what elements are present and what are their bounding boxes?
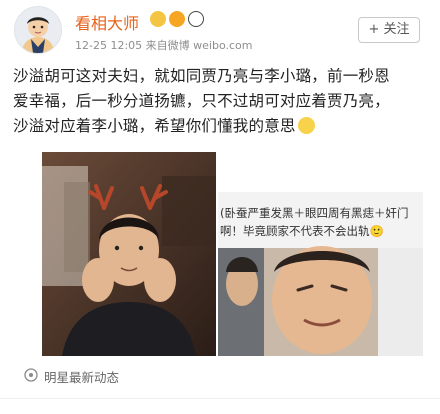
verified-badge-icon bbox=[150, 11, 166, 27]
thinking-emoji-icon bbox=[297, 117, 315, 134]
post-line-2: 爱幸福，后一秒分道扬镳，只不过胡可对应着贾乃亮， bbox=[13, 92, 390, 110]
topic-link[interactable]: 明星最新动态 bbox=[0, 358, 440, 394]
user-badges bbox=[150, 11, 204, 27]
post-image-main[interactable] bbox=[42, 152, 216, 356]
divider bbox=[0, 398, 440, 399]
follow-button[interactable]: + 关注 bbox=[358, 17, 420, 43]
side-caption-line-2: 啊！毕竟顾家不代表不会出轨🙂 bbox=[220, 224, 384, 238]
post-image-side[interactable]: (卧蚕严重发黑＋眼四周有黑痣＋奸门 啊！毕竟顾家不代表不会出轨🙂 bbox=[218, 152, 423, 356]
topic-star-icon bbox=[24, 368, 38, 382]
post-meta: 12-25 12:05 来自微博 weibo.com bbox=[75, 39, 253, 52]
side-image-caption: (卧蚕严重发黑＋眼四周有黑痣＋奸门 啊！毕竟顾家不代表不会出轨🙂 bbox=[220, 204, 423, 240]
man-with-antlers-photo bbox=[42, 152, 216, 356]
panda-badge-icon bbox=[188, 11, 204, 27]
side-caption-line-1: (卧蚕严重发黑＋眼四周有黑痣＋奸门 bbox=[220, 206, 409, 220]
post-text: 沙溢胡可这对夫妇，就如同贾乃亮与李小璐，前一秒恩 爱幸福，后一秒分道扬镳，只不过… bbox=[13, 64, 431, 139]
post-header: 看相大师 12-25 12:05 来自微博 weibo.com + 关注 bbox=[0, 0, 440, 58]
post-line-3-wrap: 沙溢对应着李小璐，希望你们懂我的意思 bbox=[13, 114, 431, 139]
post-line-1: 沙溢胡可这对夫妇，就如同贾乃亮与李小璐，前一秒恩 bbox=[13, 67, 390, 85]
face-closeup-photos bbox=[218, 152, 423, 356]
topic-label: 明星最新动态 bbox=[44, 370, 120, 385]
user-name-link[interactable]: 看相大师 bbox=[75, 10, 139, 34]
avatar-illustration bbox=[15, 7, 61, 53]
avatar[interactable] bbox=[14, 6, 62, 54]
member-badge-icon bbox=[169, 11, 185, 27]
post-line-3: 沙溢对应着李小璐，希望你们懂我的意思 bbox=[13, 117, 296, 135]
